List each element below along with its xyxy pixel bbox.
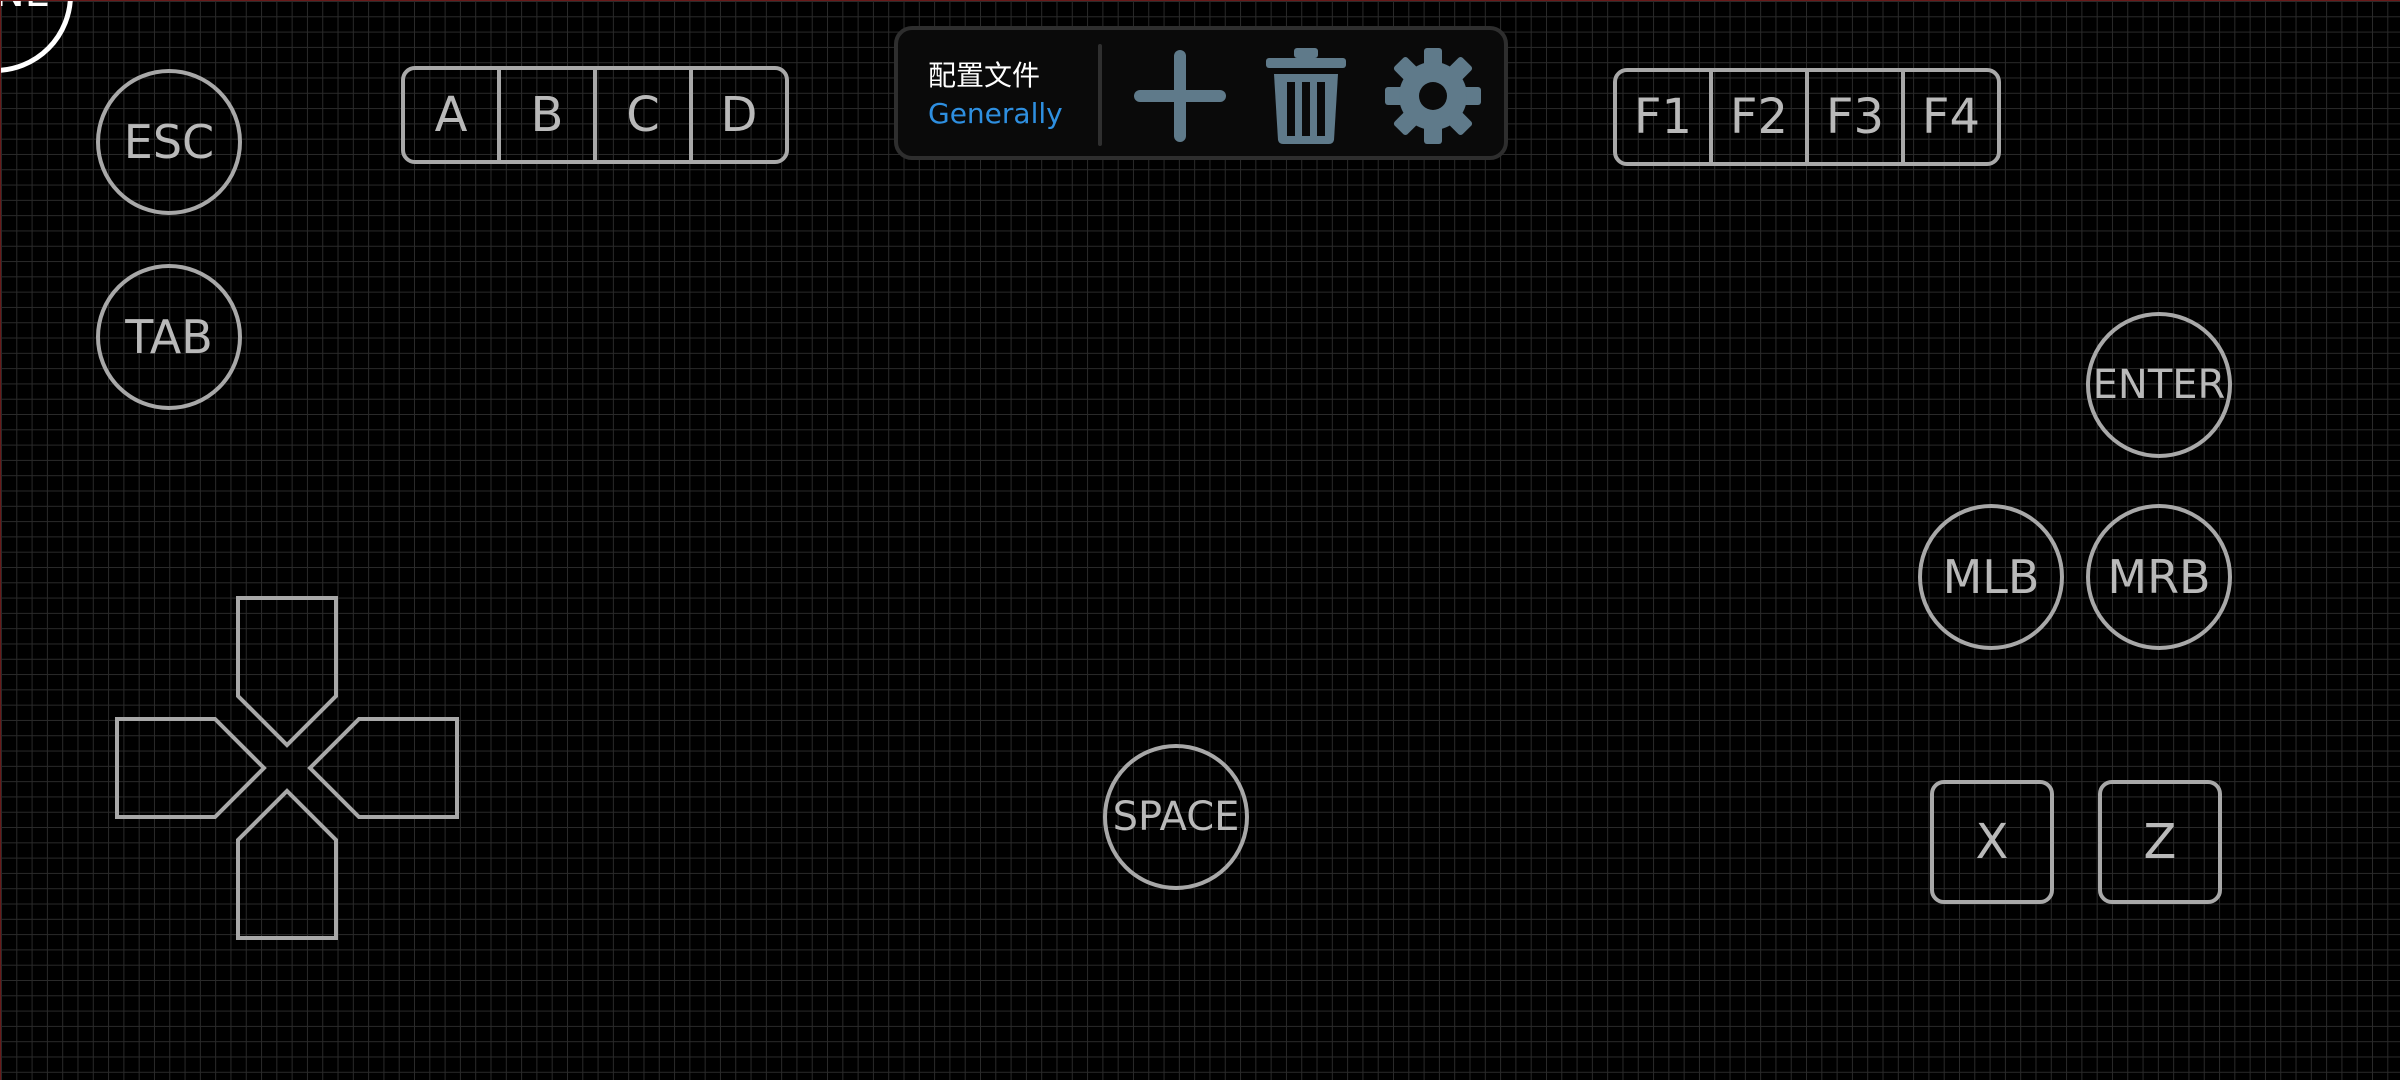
- d-key-label: D: [720, 87, 758, 143]
- profile-name[interactable]: Generally: [928, 97, 1063, 130]
- z-key-label: Z: [2143, 814, 2177, 870]
- tab-key-label: TAB: [125, 310, 213, 364]
- space-key[interactable]: SPACE: [1103, 744, 1249, 890]
- toolbar-divider: [1098, 44, 1102, 146]
- f1-key[interactable]: F1: [1617, 72, 1713, 162]
- corner-button-label: NE: [1, 1, 50, 16]
- dpad-right: [307, 717, 459, 819]
- f4-key[interactable]: F4: [1905, 72, 1997, 162]
- a-key[interactable]: A: [405, 70, 501, 160]
- plus-icon[interactable]: [1130, 46, 1230, 146]
- enter-key-label: ENTER: [2092, 362, 2226, 408]
- esc-key-label: ESC: [123, 115, 215, 169]
- virtual-keyboard-overlay: NE ESC TAB A B C D 配置文件 Generally: [0, 0, 2400, 1080]
- f3-key[interactable]: F3: [1809, 72, 1905, 162]
- c-key-label: C: [626, 87, 660, 143]
- f1-key-label: F1: [1633, 89, 1693, 145]
- mouse-right-button[interactable]: MRB: [2086, 504, 2232, 650]
- x-key[interactable]: X: [1930, 780, 2054, 904]
- f2-key-label: F2: [1729, 89, 1789, 145]
- dpad-down: [236, 788, 338, 940]
- esc-key[interactable]: ESC: [96, 69, 242, 215]
- profile-title: 配置文件: [928, 59, 1041, 92]
- dpad-icon[interactable]: [115, 596, 459, 940]
- f3-key-label: F3: [1825, 89, 1885, 145]
- mlb-key-label: MLB: [1942, 550, 2040, 604]
- enter-key[interactable]: ENTER: [2086, 312, 2232, 458]
- z-key[interactable]: Z: [2098, 780, 2222, 904]
- tab-key[interactable]: TAB: [96, 264, 242, 410]
- f2-key[interactable]: F2: [1713, 72, 1809, 162]
- letter-key-group: A B C D: [401, 66, 789, 164]
- x-key-label: X: [1975, 814, 2009, 870]
- space-key-label: SPACE: [1112, 794, 1240, 840]
- trash-icon[interactable]: [1256, 46, 1356, 146]
- a-key-label: A: [434, 87, 468, 143]
- profile-toolbar: 配置文件 Generally: [894, 26, 1508, 160]
- corner-menu-button[interactable]: NE: [1, 1, 73, 73]
- gear-icon[interactable]: [1383, 46, 1483, 146]
- function-key-group: F1 F2 F3 F4: [1613, 68, 2001, 166]
- c-key[interactable]: C: [597, 70, 693, 160]
- b-key-label: B: [530, 87, 564, 143]
- b-key[interactable]: B: [501, 70, 597, 160]
- mouse-left-button[interactable]: MLB: [1918, 504, 2064, 650]
- dpad-left: [115, 717, 267, 819]
- d-key[interactable]: D: [693, 70, 785, 160]
- f4-key-label: F4: [1921, 89, 1981, 145]
- dpad-up: [236, 596, 338, 748]
- mrb-key-label: MRB: [2107, 550, 2211, 604]
